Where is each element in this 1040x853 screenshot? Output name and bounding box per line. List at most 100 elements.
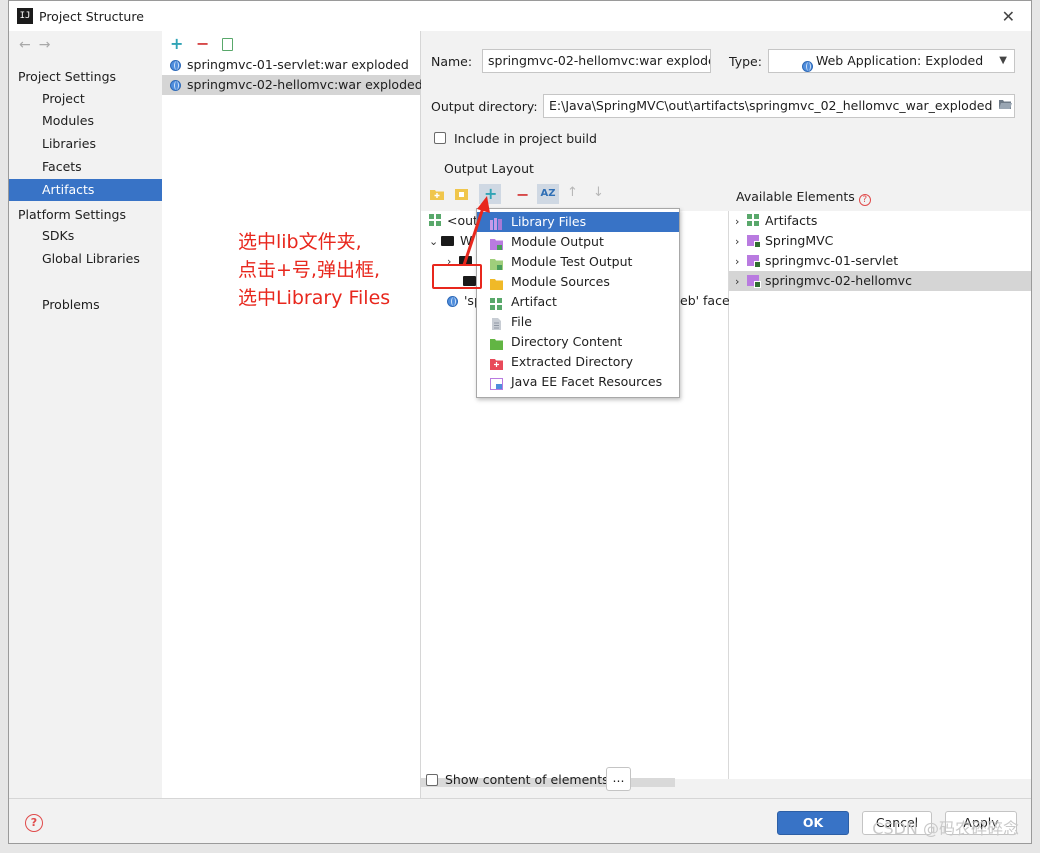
available-elements-label: Available Elements xyxy=(736,189,855,204)
create-directory-icon[interactable] xyxy=(429,187,445,201)
sidebar-item-problems[interactable]: Problems xyxy=(9,294,162,316)
title-bar: IJ Project Structure ✕ xyxy=(9,1,1031,32)
artifact-name-field[interactable]: springmvc-02-hellomvc:war exploded xyxy=(482,49,711,73)
help-icon[interactable]: ? xyxy=(858,194,871,206)
tree-row-web-facet-suffix: eb' facet xyxy=(680,293,735,308)
project-structure-dialog: IJ Project Structure ✕ ←→ Project Settin… xyxy=(8,0,1032,844)
include-in-build-label: Include in project build xyxy=(454,131,597,146)
move-up-icon[interactable]: ↑ xyxy=(567,185,578,200)
menu-item-java-ee-facet-resources[interactable]: Java EE Facet Resources xyxy=(477,372,679,392)
sidebar-item-modules[interactable]: Modules xyxy=(9,110,162,132)
available-item[interactable]: › Artifacts xyxy=(729,211,1031,231)
module-sources-icon xyxy=(490,276,503,290)
artifact-name: springmvc-01-servlet:war exploded xyxy=(187,57,409,72)
output-directory-field[interactable]: E:\Java\SpringMVC\out\artifacts\springmv… xyxy=(543,94,1015,118)
available-item[interactable]: › springmvc-01-servlet xyxy=(729,251,1031,271)
chevron-down-icon: ▼ xyxy=(999,55,1007,66)
available-item-label: springmvc-01-servlet xyxy=(765,253,899,268)
menu-item-label: Module Output xyxy=(511,234,604,249)
dialog-button-bar: ? OK Cancel Apply CSDN @码农碎碎念 xyxy=(9,798,1031,843)
name-label: Name: xyxy=(431,54,473,69)
artifact-detail-panel: Name: springmvc-02-hellomvc:war exploded… xyxy=(421,31,1031,798)
platform-settings-heading: Platform Settings xyxy=(18,207,126,222)
available-item[interactable]: › SpringMVC xyxy=(729,231,1031,251)
back-arrow-icon[interactable]: ← xyxy=(19,37,39,53)
move-down-icon[interactable]: ↓ xyxy=(593,185,604,200)
menu-item-label: Directory Content xyxy=(511,334,623,349)
type-label: Type: xyxy=(729,54,762,69)
menu-item-label: Module Sources xyxy=(511,274,610,289)
file-icon xyxy=(490,316,503,330)
sidebar-item-artifacts[interactable]: Artifacts xyxy=(9,179,162,201)
menu-item-artifact[interactable]: Artifact xyxy=(477,292,679,312)
intellij-app-icon: IJ xyxy=(17,8,33,24)
menu-item-module-test-output[interactable]: Module Test Output xyxy=(477,252,679,272)
annotation-line: 选中Library Files xyxy=(238,287,391,309)
artifact-list-toolbar: + − xyxy=(170,34,250,54)
menu-item-label: File xyxy=(511,314,532,329)
chevron-right-icon: › xyxy=(735,275,740,288)
type-select[interactable]: Web Application: Exploded ▼ xyxy=(768,49,1015,73)
add-element-popup-menu: Library Files Module Output Module Test … xyxy=(476,208,680,398)
menu-item-label: Extracted Directory xyxy=(511,354,633,369)
available-item-label: Artifacts xyxy=(765,213,818,228)
chevron-right-icon: › xyxy=(735,255,740,268)
sidebar-item-global-libraries[interactable]: Global Libraries xyxy=(9,248,162,270)
ok-button[interactable]: OK xyxy=(777,811,849,835)
artifact-root-icon xyxy=(429,214,441,226)
annotation-text: 选中lib文件夹, 点击+号,弹出框, 选中Library Files xyxy=(238,228,390,312)
artifact-list-item-selected[interactable]: springmvc-02-hellomvc:war exploded xyxy=(162,75,423,95)
browse-folder-icon[interactable] xyxy=(998,98,1013,110)
sidebar-item-project[interactable]: Project xyxy=(9,88,162,110)
chevron-down-icon: ⌄ xyxy=(429,235,439,248)
menu-item-label: Artifact xyxy=(511,294,557,309)
available-item-selected[interactable]: › springmvc-02-hellomvc xyxy=(729,271,1031,291)
artifact-name: springmvc-02-hellomvc:war exploded xyxy=(187,77,423,92)
java-ee-facet-icon xyxy=(490,376,503,390)
add-artifact-icon[interactable]: + xyxy=(170,34,183,53)
more-options-button[interactable]: ... xyxy=(606,767,631,791)
artifact-icon xyxy=(747,214,759,226)
available-item-label: springmvc-02-hellomvc xyxy=(765,273,912,288)
annotation-line: 点击+号,弹出框, xyxy=(238,259,380,281)
annotation-line: 选中lib文件夹, xyxy=(238,231,362,253)
close-icon[interactable]: ✕ xyxy=(1002,7,1015,26)
available-item-label: SpringMVC xyxy=(765,233,834,248)
tab-output-layout[interactable]: Output Layout xyxy=(444,161,534,176)
sidebar-item-facets[interactable]: Facets xyxy=(9,156,162,178)
project-settings-heading: Project Settings xyxy=(18,69,117,84)
annotation-arrow xyxy=(462,196,490,266)
menu-item-module-sources[interactable]: Module Sources xyxy=(477,272,679,292)
web-app-icon xyxy=(802,61,813,72)
menu-item-label: Library Files xyxy=(511,214,587,229)
menu-item-module-output[interactable]: Module Output xyxy=(477,232,679,252)
nav-history-arrows: ←→ xyxy=(19,37,58,53)
type-select-value: Web Application: Exploded xyxy=(815,53,984,68)
chevron-right-icon: › xyxy=(735,215,740,228)
remove-artifact-icon[interactable]: − xyxy=(196,34,209,53)
settings-sidebar: ←→ Project Settings Project Modules Libr… xyxy=(9,31,163,798)
extracted-directory-icon xyxy=(490,356,503,370)
menu-item-extracted-directory[interactable]: Extracted Directory xyxy=(477,352,679,372)
module-icon xyxy=(747,255,761,268)
window-title: Project Structure xyxy=(39,9,144,24)
web-app-icon xyxy=(170,80,181,91)
include-in-build-checkbox[interactable] xyxy=(434,132,446,144)
module-icon xyxy=(747,275,761,288)
menu-item-directory-content[interactable]: Directory Content xyxy=(477,332,679,352)
output-directory-label: Output directory: xyxy=(431,99,538,114)
forward-arrow-icon[interactable]: → xyxy=(39,37,59,53)
sidebar-item-sdks[interactable]: SDKs xyxy=(9,225,162,247)
show-content-label: Show content of elements xyxy=(445,772,609,787)
menu-item-library-files[interactable]: Library Files xyxy=(477,212,679,232)
menu-item-file[interactable]: File xyxy=(477,312,679,332)
help-icon[interactable]: ? xyxy=(25,814,43,832)
show-content-checkbox[interactable] xyxy=(426,774,438,786)
web-app-icon xyxy=(170,60,181,71)
directory-content-icon xyxy=(490,336,503,350)
sidebar-item-libraries[interactable]: Libraries xyxy=(9,133,162,155)
copy-artifact-icon[interactable] xyxy=(222,38,233,51)
remove-element-icon[interactable]: − xyxy=(516,185,529,204)
artifact-list-item[interactable]: springmvc-01-servlet:war exploded xyxy=(162,55,420,75)
sort-elements-icon[interactable]: AZ xyxy=(537,184,559,204)
